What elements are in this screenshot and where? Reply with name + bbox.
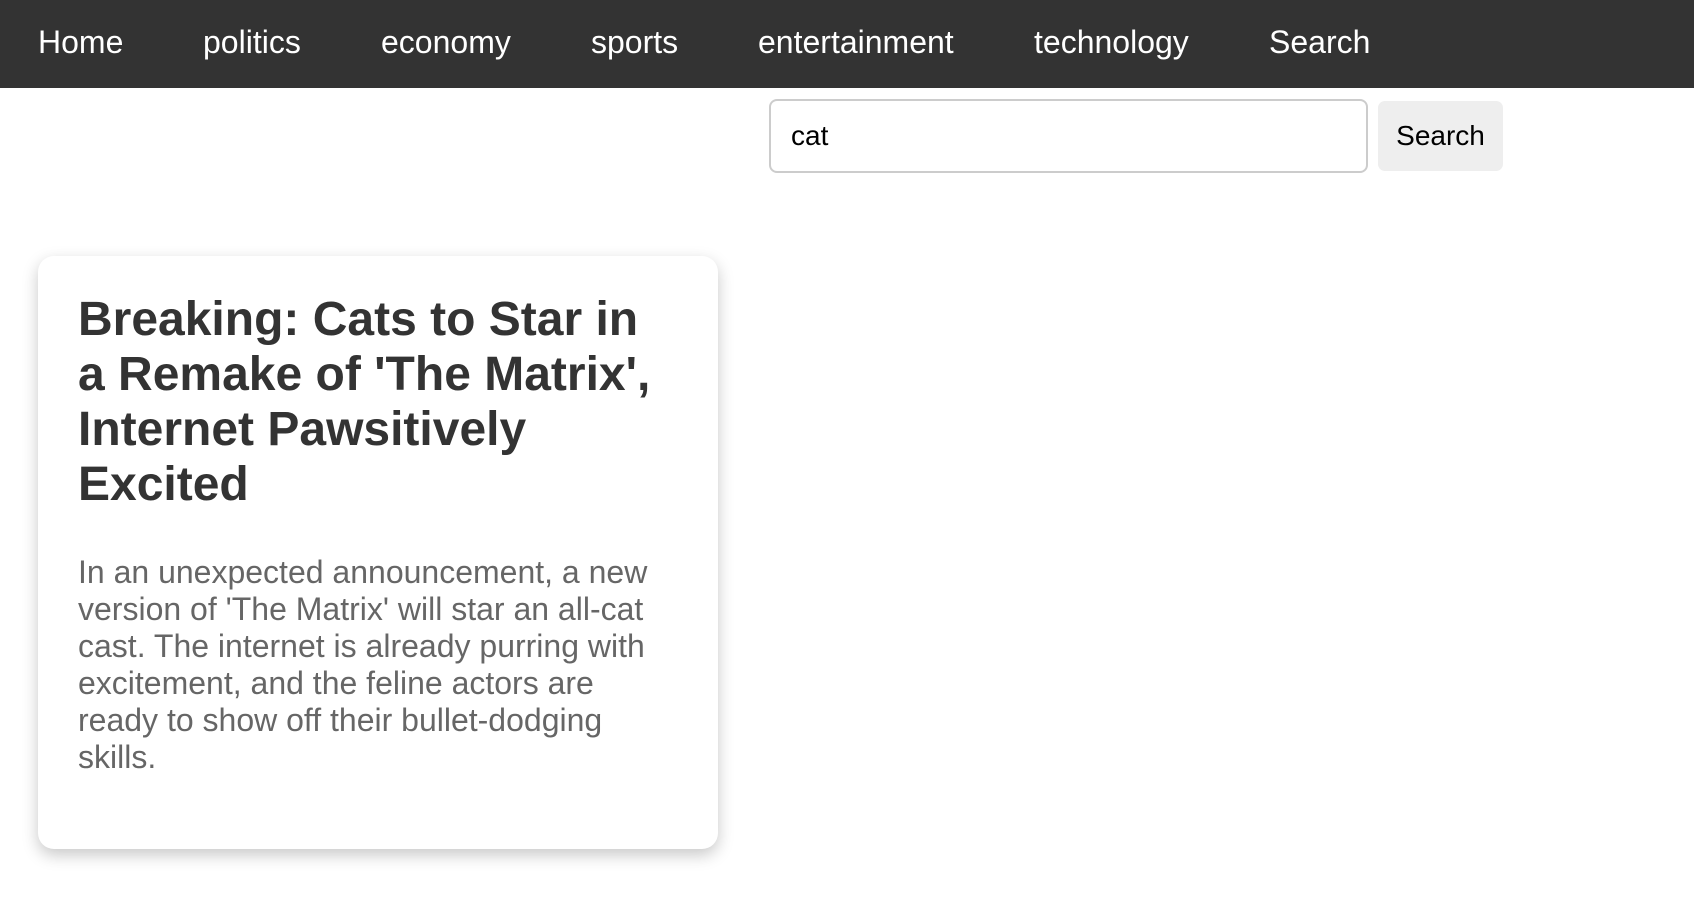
- search-button[interactable]: Search: [1378, 101, 1503, 171]
- search-input[interactable]: [769, 99, 1368, 173]
- nav-link-politics[interactable]: politics: [203, 0, 301, 85]
- nav-link-home[interactable]: Home: [38, 0, 123, 85]
- nav-link-entertainment[interactable]: entertainment: [758, 0, 954, 85]
- article-card[interactable]: Breaking: Cats to Star in a Remake of 'T…: [38, 256, 718, 849]
- nav-link-search[interactable]: Search: [1269, 0, 1370, 85]
- top-navbar: Home politics economy sports entertainme…: [0, 0, 1694, 88]
- article-title[interactable]: Breaking: Cats to Star in a Remake of 'T…: [78, 292, 678, 512]
- nav-link-economy[interactable]: economy: [381, 0, 511, 85]
- article-summary: In an unexpected announcement, a new ver…: [78, 554, 648, 775]
- nav-link-sports[interactable]: sports: [591, 0, 678, 85]
- nav-link-technology[interactable]: technology: [1034, 0, 1189, 85]
